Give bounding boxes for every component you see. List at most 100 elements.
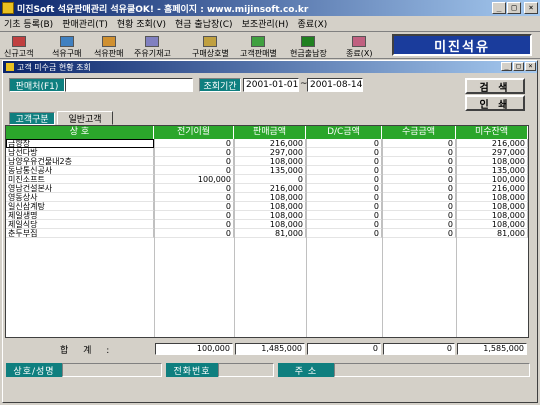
table-cell[interactable]: 0 [306, 157, 382, 166]
table-cell[interactable]: 135,000 [456, 166, 528, 175]
table-row[interactable]: 춘두부집 0 81,000 0 0 81,000 [6, 229, 528, 238]
table-cell[interactable]: 297,000 [234, 148, 306, 157]
menu-aux-management[interactable]: 보조관리(H) [242, 17, 289, 30]
toolbar-oil-sales-button[interactable]: 석유판매 [94, 33, 123, 59]
table-cell[interactable]: 0 [154, 139, 234, 148]
table-cell[interactable]: 0 [382, 157, 456, 166]
table-cell[interactable]: 제일식당 [6, 220, 154, 229]
table-row[interactable]: 제일식당 0 108,000 0 0 108,000 [6, 220, 528, 229]
table-cell[interactable]: 남양우유건물내2층 [6, 157, 154, 166]
table-cell[interactable]: 남선다방 [6, 148, 154, 157]
table-cell[interactable]: 216,000 [234, 139, 306, 148]
table-cell[interactable]: 216,000 [456, 184, 528, 193]
table-cell[interactable]: 108,000 [234, 157, 306, 166]
table-cell[interactable]: 108,000 [456, 157, 528, 166]
table-cell[interactable]: 0 [306, 202, 382, 211]
toolbar-pump-stock-button[interactable]: 주유기재고 [134, 33, 171, 59]
table-cell[interactable]: 81,000 [234, 229, 306, 238]
table-cell[interactable]: 영동상사 [6, 193, 154, 202]
table-cell[interactable]: 0 [154, 166, 234, 175]
table-row[interactable]: 제일생명 0 108,000 0 0 108,000 [6, 211, 528, 220]
toolbar-purchase-by-vendor-button[interactable]: 구매상호별 [192, 33, 229, 59]
table-cell[interactable]: 0 [306, 166, 382, 175]
table-cell[interactable]: 108,000 [456, 193, 528, 202]
minimize-button[interactable]: _ [492, 2, 506, 14]
toolbar-cash-ledger-button[interactable]: 현금출납장 [290, 33, 327, 59]
menu-sales-management[interactable]: 판매관리(T) [62, 17, 108, 30]
table-cell[interactable]: 108,000 [234, 193, 306, 202]
column-header[interactable]: 전기이월 [154, 126, 234, 139]
table-cell[interactable]: 0 [154, 184, 234, 193]
table-cell[interactable]: 0 [154, 202, 234, 211]
table-cell[interactable]: 108,000 [456, 220, 528, 229]
table-cell[interactable]: 0 [382, 148, 456, 157]
subwindow-maximize-button[interactable]: □ [513, 62, 524, 71]
table-cell[interactable]: 춘두부집 [6, 229, 154, 238]
menu-basic-register[interactable]: 기초 등록(B) [4, 17, 53, 30]
toolbar-oil-purchase-button[interactable]: 석유구매 [52, 33, 81, 59]
table-cell[interactable]: 0 [154, 157, 234, 166]
table-cell[interactable]: 0 [154, 220, 234, 229]
table-cell[interactable]: 일신삼계탕 [6, 202, 154, 211]
table-cell[interactable]: 81,000 [456, 229, 528, 238]
table-cell[interactable]: 0 [382, 202, 456, 211]
table-row[interactable]: 금향장 0 216,000 0 0 216,000 [6, 139, 528, 148]
table-cell[interactable]: 135,000 [234, 166, 306, 175]
table-cell[interactable]: 0 [382, 229, 456, 238]
table-row[interactable]: 남양우유건물내2층 0 108,000 0 0 108,000 [6, 157, 528, 166]
column-header[interactable]: 상 호 [6, 126, 154, 139]
table-cell[interactable]: 0 [154, 193, 234, 202]
table-row[interactable]: 남선다방 0 297,000 0 0 297,000 [6, 148, 528, 157]
table-cell[interactable]: 0 [234, 175, 306, 184]
table-cell[interactable]: 0 [382, 220, 456, 229]
table-cell[interactable]: 0 [306, 220, 382, 229]
date-from-input[interactable]: 2001-01-01 [243, 78, 299, 92]
table-cell[interactable]: 108,000 [456, 202, 528, 211]
table-cell[interactable]: 제일생명 [6, 211, 154, 220]
table-row[interactable]: 미진소프트 100,000 0 0 0 100,000 [6, 175, 528, 184]
table-cell[interactable]: 금향장 [6, 139, 154, 148]
date-to-input[interactable]: 2001-08-14 [307, 78, 363, 92]
table-cell[interactable]: 미진소프트 [6, 175, 154, 184]
menu-exit[interactable]: 종료(X) [298, 17, 328, 30]
table-cell[interactable]: 동남통신공사 [6, 166, 154, 175]
table-row[interactable]: 일신삼계탕 0 108,000 0 0 108,000 [6, 202, 528, 211]
table-cell[interactable]: 0 [154, 211, 234, 220]
subwindow-minimize-button[interactable]: _ [501, 62, 512, 71]
table-row[interactable]: 영동상사 0 108,000 0 0 108,000 [6, 193, 528, 202]
table-cell[interactable]: 108,000 [234, 220, 306, 229]
subwindow-close-button[interactable]: × [525, 62, 536, 71]
table-cell[interactable]: 0 [306, 193, 382, 202]
table-cell[interactable]: 108,000 [234, 211, 306, 220]
table-cell[interactable]: 0 [382, 166, 456, 175]
table-cell[interactable]: 0 [154, 148, 234, 157]
toolbar-exit-button[interactable]: 종료(X) [346, 33, 372, 59]
table-cell[interactable]: 0 [154, 229, 234, 238]
table-cell[interactable]: 0 [306, 184, 382, 193]
search-button[interactable]: 검 색 [465, 78, 525, 94]
table-cell[interactable]: 0 [306, 148, 382, 157]
column-header[interactable]: 미수잔액 [456, 126, 528, 139]
tab-general-customer[interactable]: 일반고객 [57, 111, 113, 125]
table-cell[interactable]: 0 [306, 211, 382, 220]
table-cell[interactable]: 108,000 [456, 211, 528, 220]
column-header[interactable]: D/C금액 [306, 126, 382, 139]
toolbar-new-customer-button[interactable]: 신규고객 [4, 33, 33, 59]
table-cell[interactable]: 100,000 [456, 175, 528, 184]
close-button[interactable]: × [524, 2, 538, 14]
menu-status-view[interactable]: 현황 조회(V) [117, 17, 166, 30]
table-cell[interactable]: 0 [382, 139, 456, 148]
column-header[interactable]: 판매금액 [234, 126, 306, 139]
table-cell[interactable]: 0 [382, 184, 456, 193]
table-cell[interactable]: 0 [382, 175, 456, 184]
column-header[interactable]: 수금금액 [382, 126, 456, 139]
table-cell[interactable]: 108,000 [234, 202, 306, 211]
table-cell[interactable]: 0 [382, 211, 456, 220]
table-cell[interactable]: 0 [382, 193, 456, 202]
table-cell[interactable]: 영남건설본사 [6, 184, 154, 193]
toolbar-sales-by-customer-button[interactable]: 고객판매별 [240, 33, 277, 59]
seller-input[interactable] [65, 78, 193, 92]
table-row[interactable]: 영남건설본사 0 216,000 0 0 216,000 [6, 184, 528, 193]
table-cell[interactable]: 0 [306, 175, 382, 184]
table-cell[interactable]: 100,000 [154, 175, 234, 184]
